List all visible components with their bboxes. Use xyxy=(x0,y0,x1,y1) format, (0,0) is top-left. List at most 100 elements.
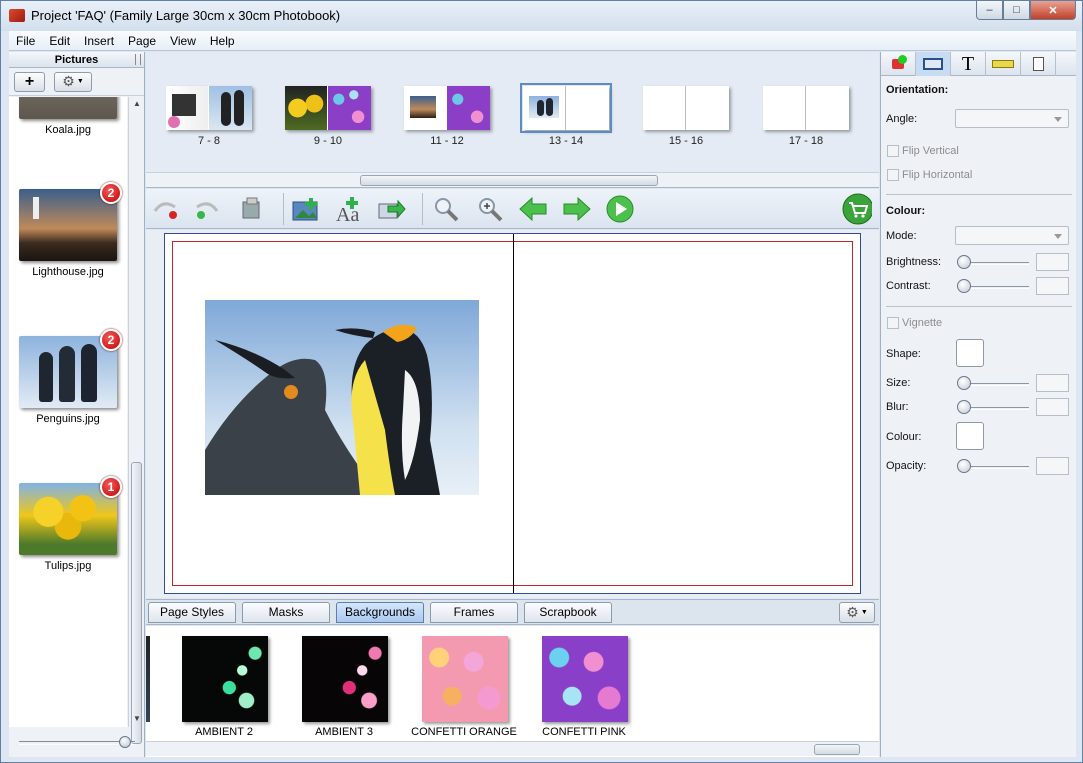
picture-name: Penguins.jpg xyxy=(36,413,100,425)
background-label: CONFETTI ORANGE xyxy=(411,726,517,738)
blur-value[interactable] xyxy=(1036,398,1069,416)
zoom-in-icon[interactable] xyxy=(475,195,505,223)
scroll-up-icon[interactable]: ▲ xyxy=(133,99,141,108)
maximize-button[interactable]: □ xyxy=(1003,1,1030,20)
minimize-button[interactable]: – xyxy=(976,1,1003,20)
list-item[interactable]: 2 Penguins.jpg xyxy=(19,329,122,425)
scroll-down-icon[interactable]: ▼ xyxy=(133,714,141,723)
thumbnail-size-slider[interactable] xyxy=(19,741,135,745)
background-item[interactable] xyxy=(302,636,388,722)
vignette-label: Vignette xyxy=(902,317,943,329)
panel-grip-icon[interactable] xyxy=(135,54,141,65)
spread-thumbnail[interactable]: 15 - 16 xyxy=(643,86,729,147)
svg-text:Aa: Aa xyxy=(336,204,359,223)
next-page-icon[interactable] xyxy=(562,195,592,223)
menu-help[interactable]: Help xyxy=(203,34,242,48)
background-item[interactable] xyxy=(182,636,268,722)
background-item[interactable] xyxy=(422,636,508,722)
close-button[interactable]: ✕ xyxy=(1030,1,1076,20)
background-label: CONFETTI PINK xyxy=(542,726,626,738)
pictures-scrollbar[interactable]: ▲ ▼ xyxy=(128,97,144,744)
scrollbar-thumb[interactable] xyxy=(814,744,860,755)
flip-horizontal-checkbox[interactable] xyxy=(887,169,899,181)
tab-backgrounds[interactable]: Backgrounds xyxy=(336,602,424,623)
vignette-colour-swatch[interactable] xyxy=(956,422,984,450)
backgrounds-scrollbar[interactable] xyxy=(146,741,879,756)
spreads-scrollbar[interactable] xyxy=(146,172,879,187)
scrollbar-thumb[interactable] xyxy=(360,175,658,186)
properties-panel: T Orientation: Angle: Flip Vertical Flip… xyxy=(880,52,1076,757)
scrollbar-thumb[interactable] xyxy=(131,462,142,744)
picture-frame-icon xyxy=(923,58,943,70)
spread-thumbnail-selected[interactable]: 13 - 14 xyxy=(520,83,612,147)
pictures-settings-button[interactable]: ⚙ ▼ xyxy=(54,71,92,92)
opacity-slider-knob[interactable] xyxy=(957,459,971,473)
list-item[interactable]: 2 Lighthouse.jpg xyxy=(19,182,122,278)
contrast-slider-knob[interactable] xyxy=(957,279,971,293)
orientation-header: Orientation: xyxy=(886,84,949,96)
redo-icon[interactable] xyxy=(192,195,222,223)
menu-view[interactable]: View xyxy=(163,34,203,48)
angle-combo[interactable] xyxy=(955,109,1069,128)
menu-file[interactable]: File xyxy=(9,34,42,48)
ruler-tab[interactable] xyxy=(986,52,1021,76)
mode-combo[interactable] xyxy=(955,226,1069,245)
zoom-out-icon[interactable] xyxy=(431,195,461,223)
add-picture-box-icon[interactable] xyxy=(291,195,321,223)
text-properties-tab[interactable]: T xyxy=(951,52,986,76)
vignette-checkbox[interactable] xyxy=(887,317,899,329)
blur-slider-knob[interactable] xyxy=(957,400,971,414)
flip-vertical-checkbox[interactable] xyxy=(887,145,899,157)
spread-thumbnail[interactable]: 11 - 12 xyxy=(404,86,490,147)
play-preview-icon[interactable] xyxy=(605,195,635,223)
list-item[interactable]: 1 Tulips.jpg xyxy=(19,476,122,572)
backgrounds-gallery: AMBIENT 2 AMBIENT 3 CONFETTI ORANGE CONF… xyxy=(146,626,879,757)
colour-label: Colour: xyxy=(886,431,922,443)
brightness-value[interactable] xyxy=(1036,253,1069,271)
spreads-strip: 7 - 8 9 - 10 11 - 12 13 - 14 15 - 16 17 … xyxy=(146,52,879,188)
auto-fill-icon[interactable] xyxy=(236,195,266,223)
chevron-down-icon: ▼ xyxy=(76,78,84,85)
tab-page-styles[interactable]: Page Styles xyxy=(148,602,236,623)
add-text-box-icon[interactable]: Aa xyxy=(334,195,364,223)
menu-edit[interactable]: Edit xyxy=(42,34,77,48)
arrange-icon[interactable] xyxy=(376,195,406,223)
spine-line xyxy=(513,234,514,593)
picture-properties-tab[interactable] xyxy=(916,52,951,76)
previous-page-icon[interactable] xyxy=(518,195,548,223)
tabs-settings-button[interactable]: ⚙ ▼ xyxy=(839,602,875,623)
tab-scrapbook[interactable]: Scrapbook xyxy=(524,602,612,623)
tab-masks[interactable]: Masks xyxy=(242,602,330,623)
page-properties-tab[interactable] xyxy=(1021,52,1056,76)
blur-label: Blur: xyxy=(886,401,909,413)
spread-thumbnail[interactable]: 7 - 8 xyxy=(166,86,252,147)
background-item[interactable] xyxy=(542,636,628,722)
size-value[interactable] xyxy=(1036,374,1069,392)
picture-name: Tulips.jpg xyxy=(44,560,92,572)
spread-thumbnail[interactable]: 17 - 18 xyxy=(763,86,849,147)
list-item[interactable]: Koala.jpg xyxy=(19,97,117,136)
tab-frames[interactable]: Frames xyxy=(430,602,518,623)
background-label: AMBIENT 3 xyxy=(315,726,373,738)
shapes-tab[interactable] xyxy=(881,52,916,76)
spread-label: 13 - 14 xyxy=(548,135,584,147)
size-slider-knob[interactable] xyxy=(957,376,971,390)
opacity-value[interactable] xyxy=(1036,457,1069,475)
page-spread[interactable] xyxy=(164,233,861,594)
penguins-photo[interactable] xyxy=(205,300,479,495)
vignette-shape-swatch[interactable] xyxy=(956,339,984,367)
pictures-panel-title: Pictures xyxy=(54,54,99,66)
spread-thumbnail[interactable]: 9 - 10 xyxy=(285,86,371,147)
menu-page[interactable]: Page xyxy=(121,34,163,48)
undo-icon[interactable] xyxy=(150,195,180,223)
shopping-cart-icon[interactable] xyxy=(842,193,872,225)
contrast-value[interactable] xyxy=(1036,277,1069,295)
tabs-bar: Page Styles Masks Backgrounds Frames Scr… xyxy=(146,599,879,625)
chevron-down-icon: ▼ xyxy=(860,609,868,616)
menu-insert[interactable]: Insert xyxy=(77,34,121,48)
brightness-label: Brightness: xyxy=(886,256,942,268)
add-picture-button[interactable]: + xyxy=(14,71,45,92)
brightness-slider-knob[interactable] xyxy=(957,255,971,269)
picture-thumbnail: 1 xyxy=(19,476,122,555)
thumbnail-size-slider-knob[interactable] xyxy=(119,736,131,748)
